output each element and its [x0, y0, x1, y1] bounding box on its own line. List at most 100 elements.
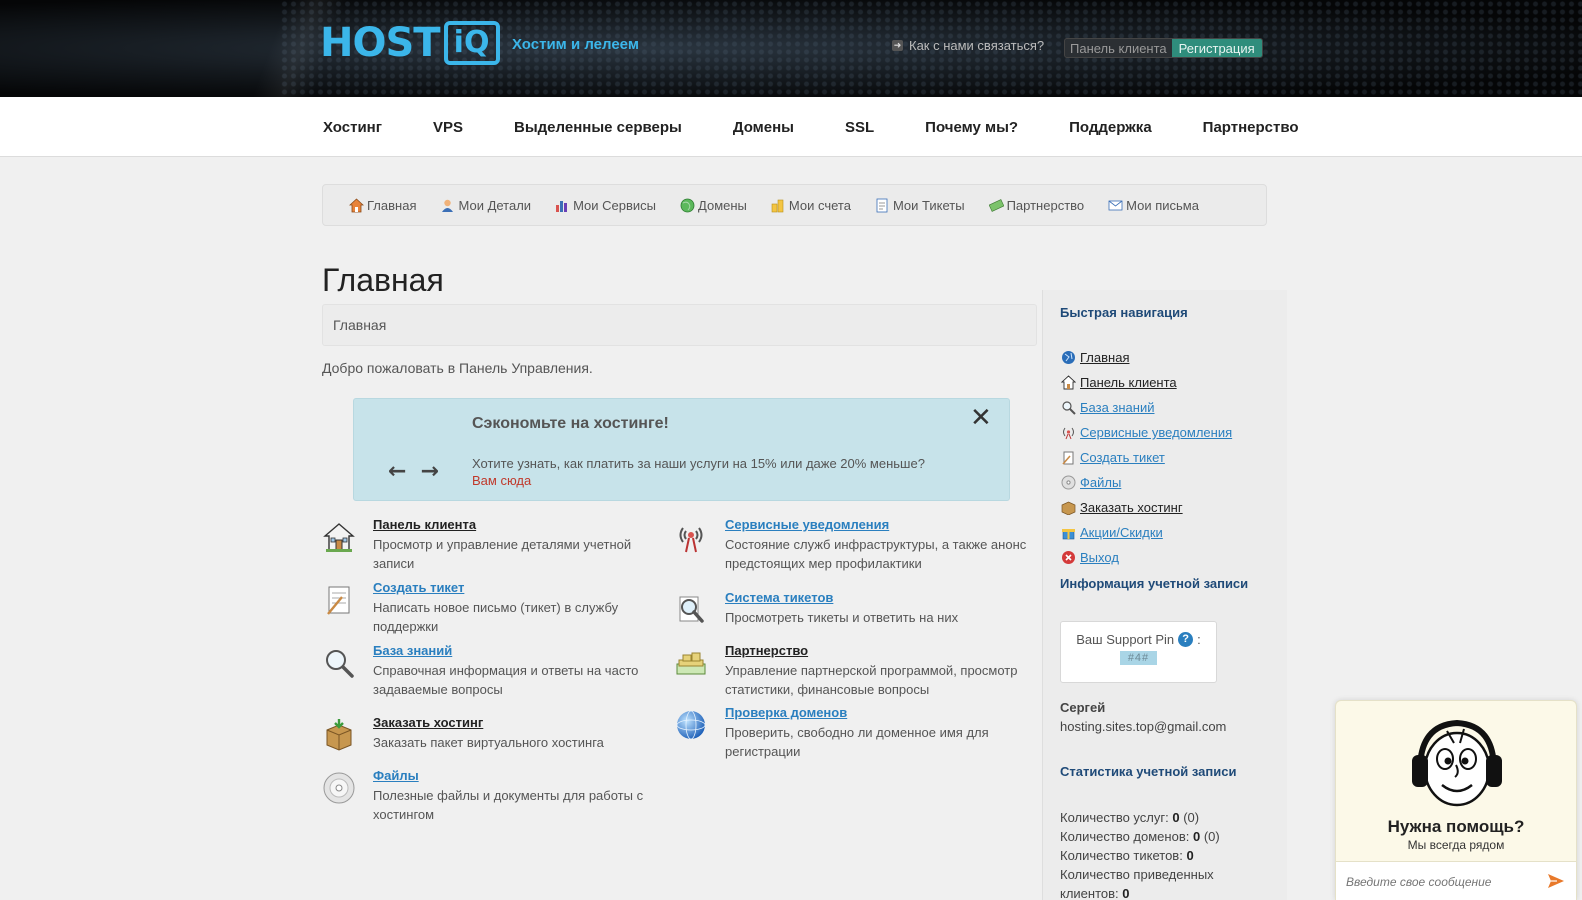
- support-pin-box: Ваш Support Pin ? : #4#: [1060, 621, 1217, 683]
- quicknav-list: Главная Панель клиента База знаний Серви…: [1060, 345, 1232, 570]
- tile-title[interactable]: Панель клиента: [373, 516, 663, 533]
- subnav-invoices-label: Мои счета: [788, 197, 851, 213]
- subnav-emails[interactable]: Мои письма: [1108, 198, 1199, 213]
- globe-icon: [674, 708, 708, 742]
- promo-banner: ← → Сэкономьте на хостинге! Хотите узнат…: [353, 398, 1010, 501]
- breadcrumb: Главная: [322, 304, 1037, 346]
- tile-desc: Заказать пакет виртуального хостинга: [373, 735, 604, 750]
- mainnav-dedicated[interactable]: Выделенные серверы: [514, 119, 682, 136]
- quicknav-service-notices[interactable]: Сервисные уведомления: [1060, 420, 1232, 445]
- subnav-invoices[interactable]: Мои счета: [771, 198, 851, 213]
- promo-link[interactable]: Вам сюда: [472, 473, 531, 488]
- chat-title: Нужна помощь?: [1387, 817, 1525, 836]
- arrow-left-icon[interactable]: ←: [388, 459, 406, 484]
- quicknav-client-panel[interactable]: Панель клиента: [1060, 370, 1232, 395]
- tile-desc: Управление партнерской программой, просм…: [725, 663, 1018, 697]
- quicknav-files[interactable]: Файлы: [1060, 470, 1232, 495]
- quicknav-knowledge-base[interactable]: База знаний: [1060, 395, 1232, 420]
- chat-message-input[interactable]: [1346, 872, 1536, 892]
- subnav-domains-label: Домены: [698, 197, 747, 213]
- tile-desc: Состояние служб инфраструктуры, а также …: [725, 537, 1027, 571]
- contact-link[interactable]: ➜ Как с нами связаться?: [892, 38, 1044, 53]
- quicknav-label: Панель клиента: [1080, 375, 1177, 390]
- site-header: HOST iQ Хостим и лелеем ➜ Как с нами свя…: [0, 0, 1582, 97]
- house-icon: [349, 197, 364, 213]
- quicknav-home[interactable]: Главная: [1060, 345, 1232, 370]
- logo-text: HOST: [320, 20, 441, 66]
- close-icon[interactable]: ✕: [970, 405, 992, 431]
- subnav-tickets[interactable]: Мои Тикеты: [875, 198, 965, 213]
- client-sub-nav: Главная Мои Детали Мои Сервисы Домены Мо…: [322, 184, 1267, 226]
- subnav-partnership[interactable]: Партнерство: [988, 197, 1085, 213]
- subnav-details[interactable]: Мои Детали: [440, 198, 531, 213]
- quicknav-logout[interactable]: Выход: [1060, 545, 1232, 570]
- welcome-text: Добро пожаловать в Панель Управления.: [322, 360, 593, 376]
- promo-title: Сэкономьте на хостинге!: [472, 415, 669, 432]
- account-stats: Количество услуг: 0 (0) Количество домен…: [1060, 808, 1270, 900]
- user-info: Сергей hosting.sites.top@gmail.com: [1060, 698, 1226, 736]
- account-info-title: Информация учетной записи: [1060, 576, 1249, 591]
- mainnav-support[interactable]: Поддержка: [1069, 119, 1152, 136]
- tile-title[interactable]: Сервисные уведомления: [725, 516, 1030, 533]
- contact-label: Как с нами связаться?: [909, 38, 1045, 53]
- quicknav-label: База знаний: [1080, 400, 1155, 415]
- package-icon: [322, 718, 356, 752]
- tile-desc: Справочная информация и ответы на часто …: [373, 663, 639, 697]
- tile-title[interactable]: Проверка доменов: [725, 704, 1030, 721]
- disc-icon: [1060, 475, 1076, 491]
- tile-desc: Проверить, свободно ли доменное имя для …: [725, 725, 989, 759]
- note-pencil-icon: [322, 583, 356, 617]
- mainnav-partnership[interactable]: Партнерство: [1203, 119, 1299, 136]
- logout-icon: [1060, 550, 1076, 566]
- send-icon[interactable]: [1546, 871, 1566, 891]
- hostiq-logo[interactable]: HOST iQ: [320, 20, 500, 66]
- stat-domains: Количество доменов: 0 (0): [1060, 829, 1220, 844]
- quicknav-order-hosting[interactable]: Заказать хостинг: [1060, 495, 1232, 520]
- mainnav-ssl[interactable]: SSL: [845, 119, 874, 136]
- mainnav-domains[interactable]: Домены: [733, 119, 794, 136]
- tile-desc: Просмотреть тикеты и ответить на них: [725, 610, 959, 625]
- register-button[interactable]: Регистрация: [1171, 39, 1262, 57]
- coins-icon: [771, 198, 786, 213]
- envelope-icon: [1108, 198, 1123, 213]
- tile-desc: Полезные файлы и документы для работы с …: [373, 788, 644, 822]
- arrow-right-icon: ➜: [892, 40, 903, 51]
- mainnav-why-us[interactable]: Почему мы?: [925, 119, 1018, 136]
- quicknav-promotions[interactable]: Акции/Скидки: [1060, 520, 1232, 545]
- subnav-services[interactable]: Мои Сервисы: [555, 198, 656, 213]
- help-icon[interactable]: ?: [1178, 632, 1194, 647]
- user-icon: [440, 198, 455, 213]
- support-pin-colon: :: [1197, 632, 1201, 647]
- support-pin-label: Ваш Support Pin: [1076, 632, 1175, 647]
- tile-title[interactable]: База знаний: [373, 642, 663, 659]
- quicknav-label: Заказать хостинг: [1080, 500, 1183, 515]
- quicknav-label: Файлы: [1080, 475, 1122, 490]
- main-nav: Хостинг VPS Выделенные серверы Домены SS…: [0, 97, 1582, 157]
- tile-title[interactable]: Файлы: [373, 767, 663, 784]
- subnav-domains[interactable]: Домены: [680, 198, 747, 213]
- tile-title[interactable]: Создать тикет: [373, 579, 663, 596]
- client-panel-link[interactable]: Панель клиента: [1065, 39, 1172, 57]
- gift-icon: [1060, 525, 1076, 541]
- mainnav-vps[interactable]: VPS: [433, 119, 463, 136]
- globe-icon: [1060, 350, 1076, 366]
- subnav-home[interactable]: Главная: [349, 198, 416, 213]
- support-pin-value: #4#: [1119, 651, 1158, 665]
- cash-stack-icon: [674, 646, 708, 680]
- subnav-partnership-label: Партнерство: [1006, 197, 1085, 213]
- broadcast-antenna-icon: [674, 520, 708, 554]
- stat-services: Количество услуг: 0 (0): [1060, 810, 1200, 825]
- subnav-details-label: Мои Детали: [458, 197, 532, 213]
- tile-title[interactable]: Заказать хостинг: [373, 714, 663, 731]
- subnav-home-label: Главная: [367, 197, 417, 213]
- magnifier-icon: [1060, 400, 1076, 416]
- quicknav-create-ticket[interactable]: Создать тикет: [1060, 445, 1232, 470]
- mainnav-hosting[interactable]: Хостинг: [323, 119, 382, 136]
- sidebar: Быстрая навигация Главная Панель клиента…: [1042, 290, 1287, 900]
- note-pencil-icon: [1060, 450, 1076, 466]
- magnifier-document-icon: [674, 593, 708, 627]
- tile-title[interactable]: Система тикетов: [725, 589, 1030, 606]
- tile-title[interactable]: Партнерство: [725, 642, 1030, 659]
- logo-box: iQ: [443, 21, 500, 65]
- arrow-right-icon[interactable]: →: [420, 459, 438, 484]
